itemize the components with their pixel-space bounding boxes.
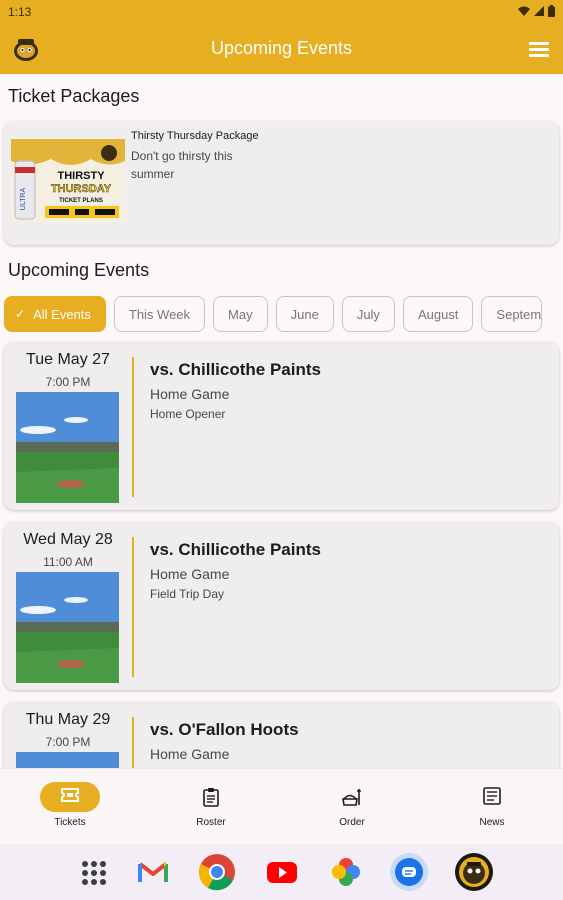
filter-chip-august[interactable]: August <box>402 296 474 332</box>
food-order-icon <box>342 789 361 806</box>
event-date: Wed May 28 <box>23 531 113 548</box>
menu-icon[interactable] <box>529 42 549 58</box>
app-drawer-icon[interactable] <box>74 852 114 892</box>
filter-chip-all-events[interactable]: ✓ All Events <box>4 296 106 332</box>
app-dock <box>0 844 563 900</box>
event-opponent: vs. O'Fallon Hoots <box>150 720 299 739</box>
event-opponent: vs. Chillicothe Paints <box>150 360 321 379</box>
filter-chip-label: This Week <box>128 306 191 322</box>
page-title: Upcoming Events <box>210 38 353 58</box>
check-icon: ✓ <box>15 307 26 321</box>
filter-chip-label: All Events <box>33 306 91 322</box>
ticket-icon <box>61 788 79 802</box>
event-note: Field Trip Day <box>150 587 225 601</box>
filter-chip-label: August <box>417 306 459 322</box>
status-time: 1:13 <box>8 5 32 19</box>
bottom-navigation: Tickets Roster Order News <box>0 768 563 844</box>
nav-label: News <box>479 817 505 828</box>
clipboard-icon <box>203 788 219 807</box>
event-type: Home Game <box>150 746 230 762</box>
svg-text:ULTRA: ULTRA <box>20 187 27 210</box>
ticket-package-card[interactable]: ULTRA THIRSTY THURSDAY TICKET PLANS Thir… <box>4 121 559 245</box>
event-opponent: vs. Chillicothe Paints <box>150 540 321 559</box>
nav-label: Roster <box>196 817 226 828</box>
battery-icon <box>548 5 555 17</box>
team-app-icon[interactable] <box>454 852 494 892</box>
package-image-line-2: THURSDAY <box>51 183 112 195</box>
filter-chip-september[interactable]: Septem <box>481 296 543 332</box>
system-icons <box>518 5 555 17</box>
filter-chip-july[interactable]: July <box>341 296 395 332</box>
package-name: Thirsty Thursday Package <box>131 130 259 142</box>
filter-chips: ✓ All Events This Week May June July Augu… <box>4 296 543 332</box>
nav-label: Order <box>339 817 365 828</box>
event-type: Home Game <box>150 386 230 402</box>
filter-chip-label: July <box>356 306 380 322</box>
event-time: 7:00 PM <box>45 375 91 389</box>
event-type: Home Game <box>150 566 230 582</box>
event-card[interactable]: Tue May 27 7:00 PM vs. Chillicothe Paint… <box>4 342 559 510</box>
event-divider <box>132 537 134 677</box>
package-image-line-1: THIRSTY <box>57 170 105 182</box>
upcoming-events-heading: Upcoming Events <box>8 260 150 280</box>
event-card[interactable]: Wed May 28 11:00 AM vs. Chillicothe Pain… <box>4 522 559 690</box>
gmail-icon[interactable] <box>133 852 173 892</box>
ticket-packages-heading: Ticket Packages <box>8 86 140 106</box>
youtube-icon[interactable] <box>262 852 302 892</box>
event-date: Thu May 29 <box>25 711 111 728</box>
messages-icon[interactable] <box>389 852 429 892</box>
stadium-photo <box>16 572 119 683</box>
event-divider <box>132 357 134 497</box>
stadium-photo <box>16 392 119 503</box>
nav-tickets[interactable]: Tickets <box>0 769 140 845</box>
app-bar: Upcoming Events <box>0 24 563 74</box>
event-date: Tue May 27 <box>26 351 110 368</box>
filter-chip-this-week[interactable]: This Week <box>113 296 206 332</box>
photos-icon[interactable] <box>326 852 366 892</box>
event-note: Home Opener <box>150 407 226 421</box>
event-time: 11:00 AM <box>43 555 93 569</box>
filter-chip-june[interactable]: June <box>275 296 334 332</box>
signal-icon <box>534 6 544 16</box>
event-time: 7:00 PM <box>45 735 91 749</box>
nav-news[interactable]: News <box>422 769 562 845</box>
nav-roster[interactable]: Roster <box>141 769 281 845</box>
nav-label: Tickets <box>54 817 86 828</box>
package-image: ULTRA THIRSTY THURSDAY TICKET PLANS <box>11 139 125 223</box>
nav-order[interactable]: Order <box>282 769 422 845</box>
filter-chip-may[interactable]: May <box>213 296 268 332</box>
filter-chip-label: June <box>290 306 319 322</box>
wifi-icon <box>518 6 530 16</box>
filter-chip-label: Septem <box>496 306 542 322</box>
chrome-icon[interactable] <box>197 852 237 892</box>
newspaper-icon <box>483 787 501 805</box>
package-image-line-3: TICKET PLANS <box>59 198 103 204</box>
status-bar: 1:13 <box>0 0 563 24</box>
package-description: Don't go thirsty this summer <box>131 149 233 181</box>
filter-chip-label: May <box>228 306 253 322</box>
